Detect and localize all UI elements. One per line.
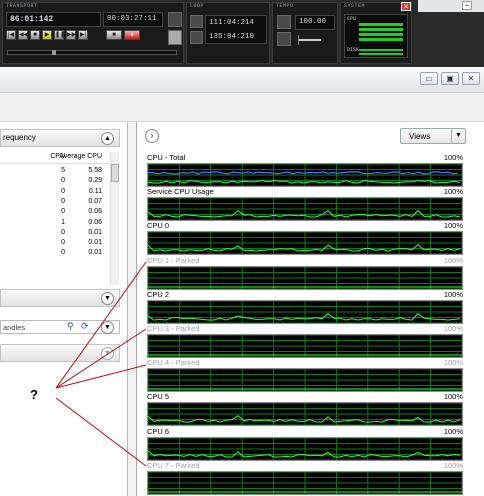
- annotation-arrows: [55, 261, 147, 467]
- arrow-line: [55, 397, 147, 467]
- arrow-line: [55, 328, 147, 389]
- arrow-line: [55, 261, 147, 389]
